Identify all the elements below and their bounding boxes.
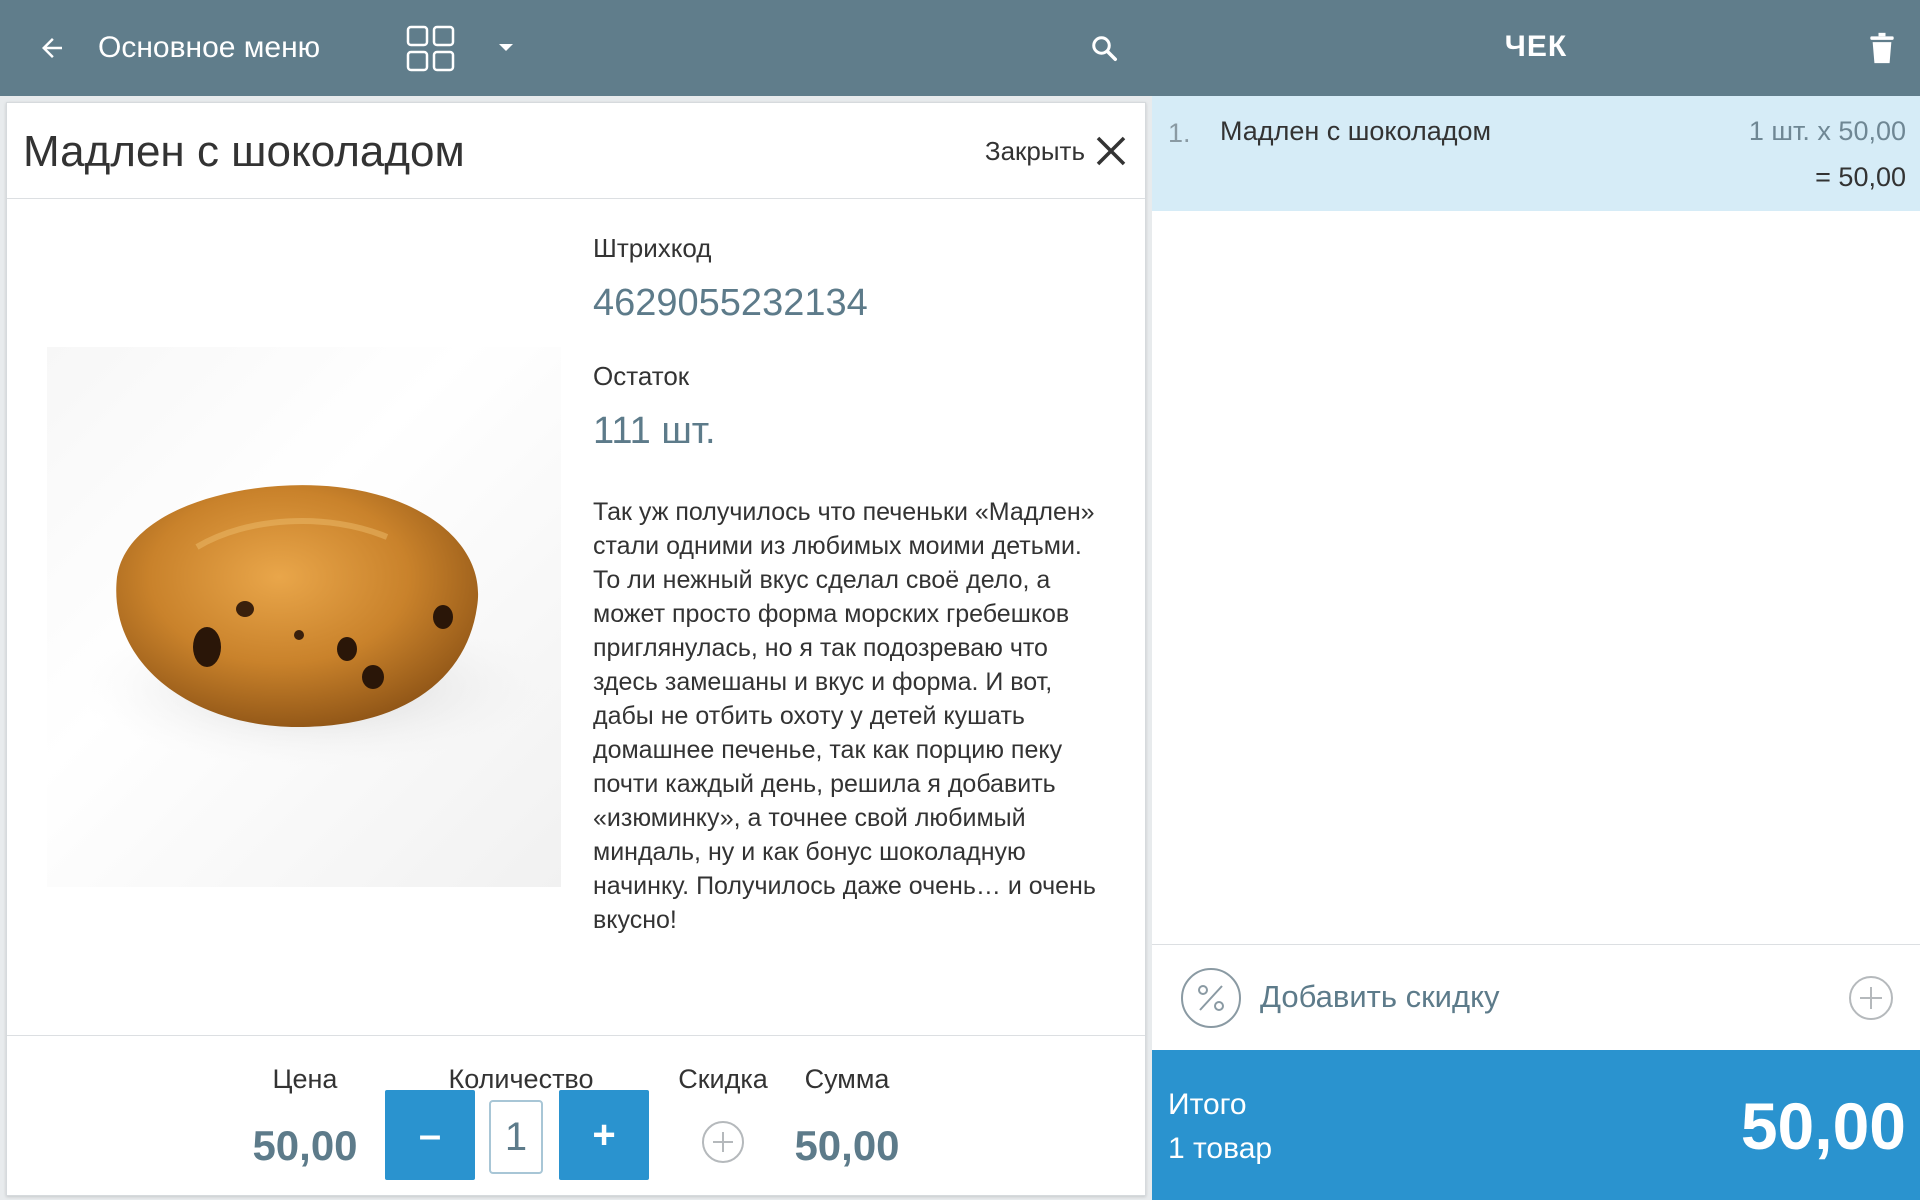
plus-circle-icon (702, 1121, 744, 1163)
product-card-footer: Цена 50,00 Количество – + Скидка Сумма 5… (7, 1035, 1145, 1195)
product-card: Мадлен с шоколадом Закрыть Штрихкод 4629… (6, 102, 1146, 1196)
total-item-count: 1 товар (1168, 1132, 1273, 1165)
barcode-label: Штрихкод (593, 233, 712, 263)
menu-title: Основное меню (98, 31, 321, 64)
quantity-input[interactable] (489, 1100, 543, 1174)
view-dropdown-button[interactable] (488, 30, 524, 66)
cheque-title: ЧЕК (1504, 30, 1568, 63)
add-item-discount-button[interactable] (701, 1120, 745, 1164)
close-icon (1096, 136, 1126, 166)
arrow-left-icon (42, 38, 62, 58)
discount-label: Скидка (678, 1064, 768, 1094)
product-title: Мадлен с шоколадом (23, 127, 465, 176)
price-label: Цена (272, 1064, 338, 1094)
grid-view-icon (406, 25, 455, 72)
stock-value: 111 шт. (593, 410, 716, 452)
total-amount: 50,00 (1740, 1089, 1906, 1163)
decrease-quantity-button[interactable]: – (385, 1090, 475, 1180)
line-item-qty-price: 1 шт. x 50,00 (1748, 116, 1906, 146)
product-description: Так уж получилось что печеньки «Мадлен» … (593, 498, 1096, 934)
receipt-panel: 1. Мадлен с шоколадом 1 шт. x 50,00 = 50… (1152, 96, 1920, 1200)
receipt-line-item[interactable]: 1. Мадлен с шоколадом 1 шт. x 50,00 = 50… (1152, 96, 1920, 211)
line-item-name: Мадлен с шоколадом (1220, 116, 1492, 146)
barcode-value: 4629055232134 (593, 282, 868, 324)
caret-down-icon (499, 44, 513, 51)
product-info: Штрихкод 4629055232134 Остаток 111 шт. Т… (593, 233, 1113, 937)
increase-quantity-button[interactable]: + (559, 1090, 649, 1180)
sum-label: Сумма (804, 1064, 890, 1094)
percent-icon (1181, 968, 1241, 1028)
clear-cheque-button[interactable] (1860, 26, 1904, 70)
trash-icon (1870, 32, 1894, 64)
sum-value: 50,00 (794, 1122, 900, 1169)
plus-circle-icon (1849, 976, 1893, 1020)
product-image (47, 347, 561, 887)
grid-view-button[interactable] (404, 24, 458, 74)
search-icon (1092, 36, 1117, 61)
back-button[interactable] (28, 24, 76, 72)
stock-label: Остаток (593, 361, 690, 391)
total-label: Итого (1168, 1088, 1247, 1121)
add-discount-label: Добавить скидку (1260, 979, 1500, 1014)
total-bar[interactable]: Итого 1 товар 50,00 (1152, 1050, 1920, 1200)
line-item-sum: = 50,00 (1815, 162, 1906, 192)
search-button[interactable] (1082, 26, 1126, 70)
close-button[interactable]: Закрыть (985, 129, 1129, 173)
close-label: Закрыть (984, 135, 1085, 166)
top-bar: Основное меню ЧЕК (0, 0, 1920, 96)
add-discount-row[interactable]: Добавить скидку (1152, 944, 1920, 1050)
product-card-header: Мадлен с шоколадом Закрыть (7, 103, 1145, 199)
price-value: 50,00 (252, 1122, 358, 1169)
line-number: 1. (1168, 118, 1191, 148)
